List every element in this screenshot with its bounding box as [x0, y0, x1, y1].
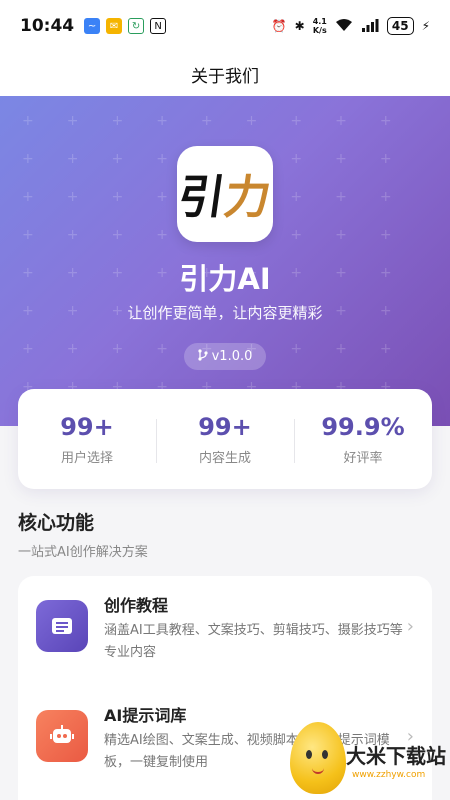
signal-icon: [361, 18, 379, 35]
mail-notification-icon: ✉: [106, 18, 123, 34]
network-speed: 4.1 K/s: [313, 17, 327, 35]
hero-banner: +++++++++++++++++++++ +++++++++++++++++++…: [0, 96, 450, 426]
network-speed-value: 4.1: [312, 17, 327, 26]
site-watermark: 大米下载站 www.zzhyw.com: [286, 712, 450, 800]
section-title: 核心功能: [18, 512, 95, 534]
book-icon: [36, 600, 88, 652]
stat-content: 99+ 内容生成: [156, 413, 294, 466]
page-title: 关于我们: [191, 66, 259, 87]
branch-icon: [198, 348, 208, 365]
stat-value: 99+: [198, 412, 252, 441]
charging-icon: ⚡: [421, 19, 430, 33]
app-logo: 引力: [174, 146, 275, 242]
alarm-icon: ⏰: [271, 19, 287, 33]
watermark-text: 大米下载站: [346, 744, 446, 768]
stats-card: 99+ 用户选择 99+ 内容生成 99.9% 好评率: [18, 389, 432, 489]
stat-label: 好评率: [343, 450, 383, 466]
stat-value: 99+: [60, 412, 114, 441]
battery-level: 45: [386, 17, 414, 35]
app-name: 引力AI: [179, 262, 271, 296]
chevron-right-icon: ›: [406, 616, 414, 637]
stat-label: 用户选择: [60, 450, 113, 466]
bluetooth-icon: ✱: [294, 19, 305, 33]
feature-description: 涵盖AI工具教程、文案技巧、剪辑技巧、摄影技巧等专业内容: [104, 623, 403, 660]
status-bar: 10:44 ~ ✉ ↻ N ⏰ ✱ 4.1 K/s 45 ⚡: [0, 0, 450, 52]
status-time: 10:44: [20, 16, 75, 36]
section-subtitle: 一站式AI创作解决方案: [18, 545, 148, 560]
feature-item-tutorials[interactable]: 创作教程 涵盖AI工具教程、文案技巧、剪辑技巧、摄影技巧等专业内容 ›: [18, 576, 432, 686]
sync-icon: ↻: [128, 18, 145, 34]
logo-lettering: 引力: [174, 170, 275, 224]
stat-users: 99+ 用户选择: [18, 413, 156, 466]
app-slogan: 让创作更简单，让内容更精彩: [127, 304, 323, 322]
stat-label: 内容生成: [198, 450, 251, 466]
network-speed-unit: K/s: [312, 26, 327, 35]
version-text: v1.0.0: [211, 349, 253, 364]
feature-title: 创作教程: [104, 596, 169, 615]
app-notification-icon: ~: [84, 18, 101, 34]
version-badge: v1.0.0: [184, 343, 266, 370]
wifi-icon: [335, 18, 353, 35]
mascot-icon: [290, 722, 346, 794]
watermark-url: www.zzhyw.com: [352, 770, 426, 780]
stat-value: 99.9%: [321, 412, 405, 441]
feature-title: AI提示词库: [104, 706, 187, 725]
nfc-icon: N: [150, 18, 167, 34]
stat-rating: 99.9% 好评率: [294, 413, 432, 466]
nav-bar: 关于我们: [0, 52, 450, 96]
robot-icon: [36, 710, 88, 762]
